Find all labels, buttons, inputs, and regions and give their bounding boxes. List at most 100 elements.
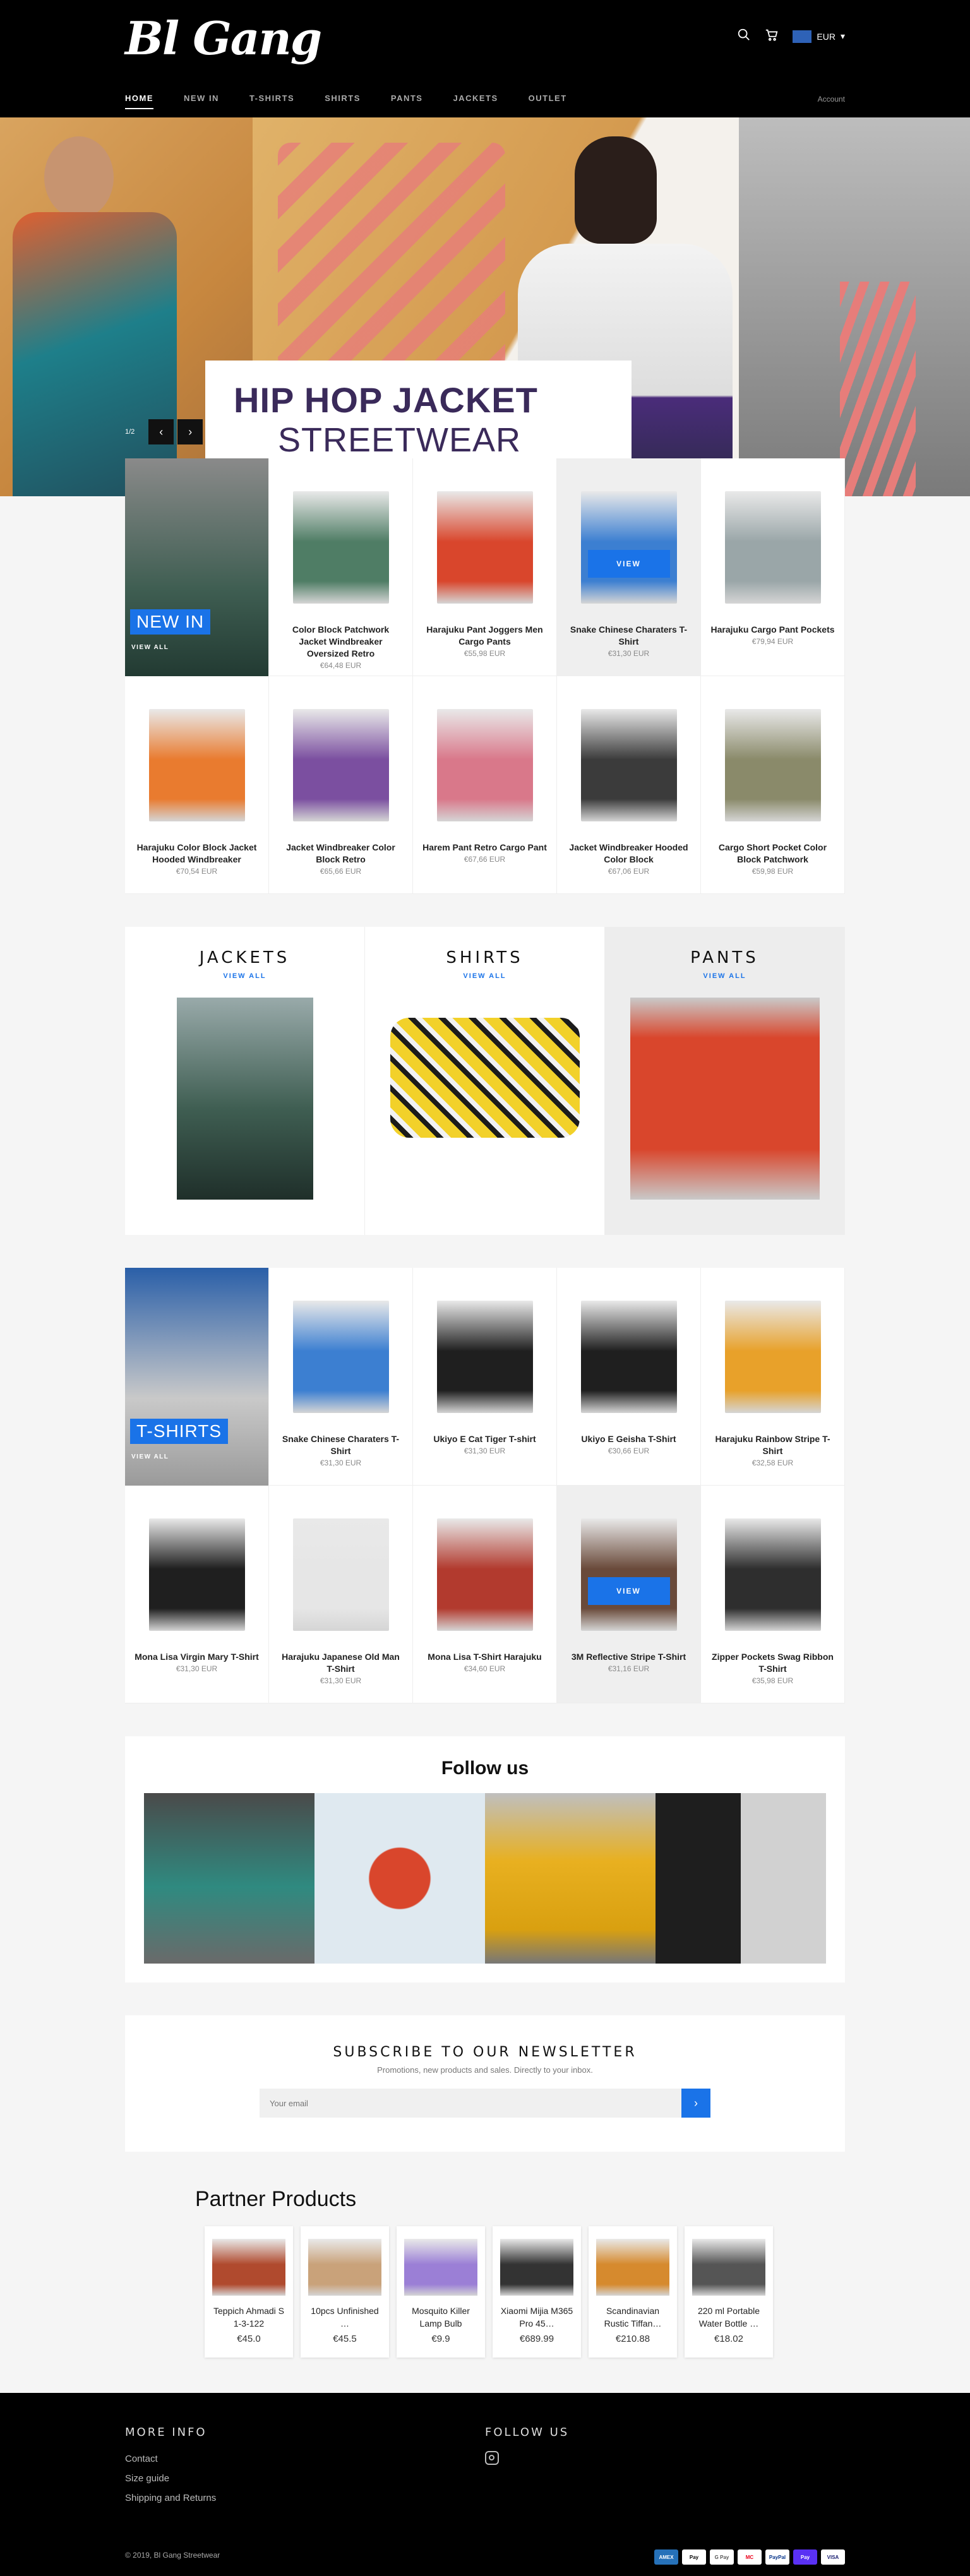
partner-product-price: €9.9 bbox=[431, 2334, 450, 2344]
product-name: Harajuku Cargo Pant Pockets bbox=[710, 624, 835, 635]
product-card[interactable]: Mona Lisa Virgin Mary T-Shirt €31,30 EUR bbox=[125, 1486, 269, 1703]
partner-product-card[interactable]: Scandinavian Rustic Tiffan… €210.88 bbox=[589, 2226, 677, 2358]
partner-product-card[interactable]: Teppich Ahmadi S 1-3-122 €45.0 bbox=[205, 2226, 293, 2358]
collection-image bbox=[390, 1018, 580, 1138]
tshirts-feature[interactable]: T-SHIRTS VIEW ALL bbox=[125, 1268, 269, 1486]
site-logo[interactable]: Bl Gang bbox=[125, 11, 322, 65]
currency-selector[interactable]: EUR ▾ bbox=[793, 30, 845, 43]
apple-pay-icon: Pay bbox=[682, 2549, 706, 2565]
instagram-icon[interactable] bbox=[485, 2451, 499, 2465]
partner-product-price: €45.0 bbox=[237, 2334, 261, 2344]
product-price: €35,98 EUR bbox=[751, 1676, 794, 1685]
search-icon[interactable] bbox=[737, 28, 751, 45]
nav-pants[interactable]: PANTS bbox=[391, 93, 423, 109]
product-name: Harajuku Color Block Jacket Hooded Windb… bbox=[136, 842, 257, 864]
footer-link-contact[interactable]: Contact bbox=[125, 2454, 216, 2464]
product-card[interactable]: Harajuku Japanese Old Man T-Shirt €31,30 … bbox=[269, 1486, 413, 1703]
partner-title: Partner Products bbox=[195, 2187, 357, 2211]
product-card[interactable]: Harajuku Color Block Jacket Hooded Windb… bbox=[125, 676, 269, 894]
amex-icon: AMEX bbox=[654, 2549, 678, 2565]
partner-product-name: 10pcs Unfinished … bbox=[311, 2306, 379, 2329]
product-card[interactable]: Harajuku Rainbow Stripe T-Shirt €32,58 EU… bbox=[701, 1268, 845, 1486]
product-card[interactable]: Harajuku Pant Joggers Men Cargo Pants €55… bbox=[413, 458, 557, 676]
subscribe-button[interactable]: › bbox=[681, 2089, 710, 2118]
product-name: Ukiyo E Cat Tiger T-shirt bbox=[433, 1434, 536, 1444]
product-image bbox=[436, 1301, 533, 1413]
product-image bbox=[724, 1518, 821, 1631]
view-all-link[interactable]: VIEW ALL bbox=[131, 644, 169, 651]
product-name: Harajuku Pant Joggers Men Cargo Pants bbox=[426, 624, 543, 647]
nav-home[interactable]: HOME bbox=[125, 93, 153, 109]
product-name: Cargo Short Pocket Color Block Patchwork bbox=[718, 842, 827, 864]
tshirts-tag: T-SHIRTS bbox=[130, 1419, 229, 1444]
instagram-photo[interactable] bbox=[144, 1793, 314, 1964]
partner-products: Partner Products Teppich Ahmadi S 1-3-12… bbox=[125, 2187, 845, 2376]
product-price: €31,30 EUR bbox=[176, 1664, 218, 1673]
partner-product-price: €210.88 bbox=[615, 2334, 650, 2344]
product-card[interactable]: Ukiyo E Cat Tiger T-shirt €31,30 EUR bbox=[413, 1268, 557, 1486]
cart-icon[interactable] bbox=[765, 28, 779, 45]
product-card[interactable]: Color Block Patchwork Jacket Windbreaker… bbox=[269, 458, 413, 676]
partner-product-card[interactable]: Mosquito Killer Lamp Bulb €9.9 bbox=[397, 2226, 485, 2358]
slide-prev-button[interactable]: ‹ bbox=[148, 419, 174, 444]
partner-product-card[interactable]: Xiaomi Mijia M365 Pro 45… €689.99 bbox=[493, 2226, 581, 2358]
product-card[interactable]: Harajuku Cargo Pant Pockets €79,94 EUR bbox=[701, 458, 845, 676]
product-image bbox=[724, 709, 821, 821]
nav-shirts[interactable]: SHIRTS bbox=[325, 93, 361, 109]
product-price: €67,06 EUR bbox=[608, 867, 650, 876]
partner-product-price: €45.5 bbox=[333, 2334, 357, 2344]
product-price: €31,30 EUR bbox=[608, 649, 650, 658]
hero-title: HIP HOP JACKET bbox=[234, 380, 538, 420]
collection-shirts[interactable]: SHIRTS VIEW ALL bbox=[365, 927, 605, 1235]
collection-pants[interactable]: PANTS VIEW ALL bbox=[605, 927, 845, 1235]
product-card[interactable]: Harem Pant Retro Cargo Pant €67,66 EUR bbox=[413, 676, 557, 894]
partner-product-card[interactable]: 220 ml Portable Water Bottle … €18.02 bbox=[685, 2226, 773, 2358]
product-image bbox=[148, 1518, 245, 1631]
site-footer: MORE INFO FOLLOW US Contact Size guide S… bbox=[0, 2393, 970, 2576]
view-all-link[interactable]: VIEW ALL bbox=[365, 972, 604, 980]
product-card[interactable]: Cargo Short Pocket Color Block Patchwork… bbox=[701, 676, 845, 894]
product-card[interactable]: Snake Chinese Charaters T-Shirt €31,30 EU… bbox=[269, 1268, 413, 1486]
copyright: © 2019, Bl Gang Streetwear bbox=[125, 2551, 220, 2560]
product-card[interactable]: VIEW 3M Reflective Stripe T-Shirt €31,16 E… bbox=[557, 1486, 701, 1703]
collection-jackets[interactable]: JACKETS VIEW ALL bbox=[125, 927, 365, 1235]
eu-flag-icon bbox=[793, 30, 812, 43]
product-card[interactable]: Zipper Pockets Swag Ribbon T-Shirt €35,98… bbox=[701, 1486, 845, 1703]
nav-new-in[interactable]: NEW IN bbox=[184, 93, 219, 109]
product-card[interactable]: Ukiyo E Geisha T-Shirt €30,66 EUR bbox=[557, 1268, 701, 1486]
payment-icons: AMEX Pay G Pay MC PayPal Pay VISA bbox=[654, 2549, 845, 2565]
account-link[interactable]: Account bbox=[818, 95, 845, 104]
view-all-link[interactable]: VIEW ALL bbox=[605, 972, 844, 980]
new-in-grid: NEW IN VIEW ALL Color Block Patchwork Ja… bbox=[125, 458, 845, 894]
product-card[interactable]: Jacket Windbreaker Hooded Color Block €67… bbox=[557, 676, 701, 894]
product-card[interactable]: Jacket Windbreaker Color Block Retro €65,… bbox=[269, 676, 413, 894]
footer-link-size-guide[interactable]: Size guide bbox=[125, 2473, 216, 2484]
product-name: 3M Reflective Stripe T-Shirt bbox=[571, 1652, 686, 1662]
new-in-feature[interactable]: NEW IN VIEW ALL bbox=[125, 458, 269, 676]
partner-product-name: 220 ml Portable Water Bottle … bbox=[697, 2306, 760, 2329]
view-all-link[interactable]: VIEW ALL bbox=[131, 1453, 169, 1460]
partner-product-card[interactable]: 10pcs Unfinished … €45.5 bbox=[301, 2226, 389, 2358]
nav-t-shirts[interactable]: T-SHIRTS bbox=[249, 93, 294, 109]
footer-link-shipping[interactable]: Shipping and Returns bbox=[125, 2493, 216, 2503]
product-image bbox=[436, 1518, 533, 1631]
product-price: €34,60 EUR bbox=[464, 1664, 506, 1673]
quick-view-button[interactable]: VIEW bbox=[587, 550, 670, 578]
product-card[interactable]: Mona Lisa T-Shirt Harajuku €34,60 EUR bbox=[413, 1486, 557, 1703]
instagram-photo[interactable] bbox=[656, 1793, 826, 1964]
currency-label: EUR bbox=[817, 31, 835, 42]
instagram-photo[interactable] bbox=[314, 1793, 485, 1964]
quick-view-button[interactable]: VIEW bbox=[587, 1577, 670, 1605]
instagram-photo[interactable] bbox=[485, 1793, 656, 1964]
email-field[interactable] bbox=[260, 2089, 681, 2118]
hero-subtitle: STREETWEAR bbox=[278, 421, 522, 459]
slide-next-button[interactable]: › bbox=[177, 419, 203, 444]
nav-jackets[interactable]: JACKETS bbox=[453, 93, 498, 109]
nav-outlet[interactable]: OUTLET bbox=[529, 93, 567, 109]
product-price: €55,98 EUR bbox=[464, 649, 506, 658]
view-all-link[interactable]: VIEW ALL bbox=[125, 972, 364, 980]
product-card[interactable]: VIEW Snake Chinese Charaters T-Shirt €31,3… bbox=[557, 458, 701, 676]
product-image bbox=[580, 1518, 677, 1631]
collection-title: SHIRTS bbox=[446, 948, 524, 967]
partner-product-name: Scandinavian Rustic Tiffan… bbox=[604, 2306, 662, 2329]
